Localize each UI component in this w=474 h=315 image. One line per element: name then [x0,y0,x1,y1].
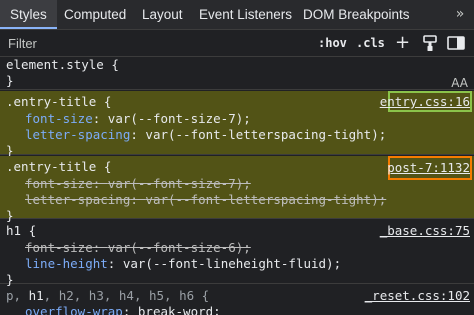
property-name: overflow-wrap [25,304,123,315]
property-value: var(--font-lineheight-fluid); [122,256,342,271]
property-line[interactable]: letter-spacing: var(--font-letterspacing… [25,127,386,144]
rule-source-link[interactable]: _base.css:75 [380,223,470,240]
element-style-selector[interactable]: element.style { [6,57,119,74]
tab-bar: Styles Computed Layout Event Listeners D… [0,0,474,30]
property-line[interactable]: line-height: var(--font-lineheight-fluid… [25,256,341,273]
tabs-overflow-icon[interactable]: » [444,0,474,29]
rule-selector[interactable]: h1 { [6,223,36,240]
property-line[interactable]: font-size: var(--font-size-6); [25,240,251,257]
rule-selector[interactable]: .entry-title { [6,159,111,176]
font-size-icon[interactable]: AA [451,75,468,92]
tab-event-listeners[interactable]: Event Listeners [199,0,292,29]
element-style-close: } [6,73,14,88]
cls-button[interactable]: .cls [356,30,385,56]
property-line[interactable]: letter-spacing: var(--font-letterspacing… [25,192,386,209]
property-value: var(--font-letterspacing-tight); [145,192,387,207]
tab-computed[interactable]: Computed [64,0,126,29]
property-name: line-height [25,256,108,271]
filter-input[interactable] [0,30,300,56]
styles-pane: element.style { } AA .entry-title { entr… [0,57,474,315]
property-name: font-size [25,176,93,191]
style-rule: h1 { _base.css:75 font-size: var(--font-… [0,220,474,287]
rule-source-link[interactable]: post-7:1132 [387,160,470,177]
property-value: var(--font-letterspacing-tight); [145,127,387,142]
property-value: var(--font-size-6); [107,240,251,255]
property-name: letter-spacing [25,192,131,207]
property-name: font-size [25,240,93,255]
element-style-rule: element.style { } AA [0,57,474,90]
tab-layout[interactable]: Layout [142,0,183,29]
rule-selector[interactable]: p, h1, h2, h3, h4, h5, h6 { [6,288,209,305]
filter-bar: :hov .cls + [0,30,474,57]
paint-brush-icon[interactable] [420,33,440,53]
rule-source-link[interactable]: _reset.css:102 [365,288,470,305]
tab-dom-breakpoints[interactable]: DOM Breakpoints [303,0,410,29]
property-name: letter-spacing [25,127,131,142]
add-style-rule-button[interactable]: + [395,30,410,56]
property-line[interactable]: font-size: var(--font-size-7); [25,111,251,128]
property-name: font-size [25,111,93,126]
rule-source-link[interactable]: entry.css:16 [380,94,470,111]
sidebar-toggle-icon[interactable] [446,33,466,53]
property-value: break-word; [137,304,221,315]
property-line[interactable]: overflow-wrap: break-word; [25,304,221,315]
hov-button[interactable]: :hov [318,30,347,56]
style-rule: .entry-title { entry.css:16 font-size: v… [0,91,474,158]
property-line[interactable]: font-size: var(--font-size-7); [25,176,251,193]
tab-styles[interactable]: Styles [0,0,57,29]
style-rule: .entry-title { post-7:1132 font-size: va… [0,156,474,223]
rule-selector[interactable]: .entry-title { [6,94,111,111]
property-value: var(--font-size-7); [107,176,251,191]
property-value: var(--font-size-7); [107,111,251,126]
style-rule: p, h1, h2, h3, h4, h5, h6 { _reset.css:1… [0,285,474,315]
